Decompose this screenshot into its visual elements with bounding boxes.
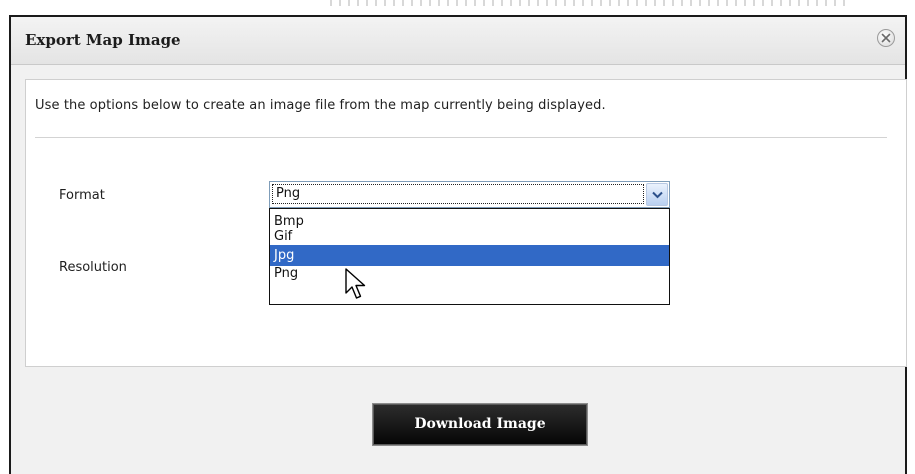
close-icon[interactable]	[877, 29, 895, 47]
resolution-label: Resolution	[59, 260, 127, 275]
mouse-pointer-icon	[345, 268, 367, 306]
download-image-button[interactable]: Download Image	[372, 403, 588, 446]
background-map-edge	[330, 0, 850, 6]
format-option-bmp[interactable]: Bmp	[270, 214, 669, 229]
format-option-gif[interactable]: Gif	[270, 229, 669, 244]
export-map-image-dialog: Export Map Image Use the options below t…	[9, 15, 907, 474]
format-option-jpg[interactable]: Jpg	[270, 245, 669, 266]
format-select[interactable]: Png	[269, 181, 670, 208]
options-panel: Use the options below to create an image…	[25, 79, 907, 367]
intro-text: Use the options below to create an image…	[35, 98, 606, 113]
format-option-png[interactable]: Png	[270, 266, 669, 281]
divider	[35, 137, 887, 138]
format-select-value[interactable]: Png	[272, 184, 644, 204]
format-label: Format	[59, 188, 105, 203]
dialog-title: Export Map Image	[25, 31, 181, 49]
format-dropdown-list: Bmp Gif Jpg Png	[269, 208, 670, 305]
dialog-titlebar: Export Map Image	[11, 17, 905, 65]
chevron-down-icon[interactable]	[646, 183, 668, 206]
screen: Export Map Image Use the options below t…	[0, 0, 915, 474]
